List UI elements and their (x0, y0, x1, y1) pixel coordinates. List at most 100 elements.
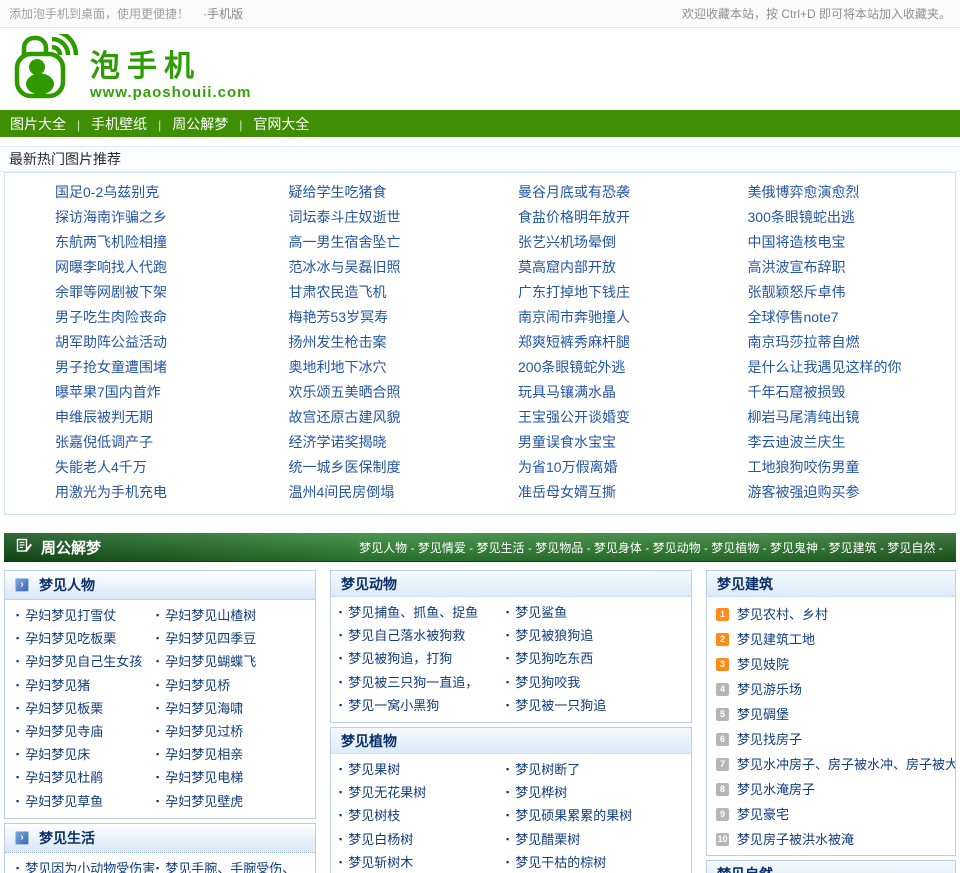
hot-link[interactable]: 梅艳芳53岁冥寿 (289, 305, 481, 330)
hot-link[interactable]: 美俄博弈愈演愈烈 (748, 180, 956, 205)
hot-link[interactable]: 男子吃生肉险丧命 (55, 305, 243, 330)
dream-link[interactable]: 孕妇梦见桥 (165, 678, 230, 693)
hot-link[interactable]: 300条眼镜蛇出逃 (748, 205, 956, 230)
dream-link[interactable]: 梦见豪宅 (737, 802, 789, 827)
hot-link[interactable]: 词坛泰斗庄奴逝世 (289, 205, 481, 230)
hot-link[interactable]: 食盐价格明年放开 (518, 205, 718, 230)
dream-link[interactable]: 梦见农村、乡村 (737, 602, 828, 627)
hot-link[interactable]: 为省10万假离婚 (518, 455, 718, 480)
dream-category-link[interactable]: 梦见植物 (711, 539, 770, 556)
hot-link[interactable]: 温州4间民房倒塌 (289, 480, 481, 505)
hot-link[interactable]: 申维辰被判无期 (55, 405, 243, 430)
hot-link[interactable]: 张嘉倪低调产子 (55, 430, 243, 455)
dream-link[interactable]: 梦见狗吃东西 (515, 651, 593, 666)
hot-link[interactable]: 张艺兴机场晕倒 (518, 230, 718, 255)
hot-link[interactable]: 工地狼狗咬伤男童 (748, 455, 956, 480)
hot-link[interactable]: 胡军助阵公益活动 (55, 330, 243, 355)
hot-link[interactable]: 中国将造核电宝 (748, 230, 956, 255)
dream-link[interactable]: 梦见斩树木 (348, 855, 413, 870)
hot-link[interactable]: 莫高窟内部开放 (518, 255, 718, 280)
dream-category-link[interactable]: 梦见动物 (653, 539, 712, 556)
dream-link[interactable]: 孕妇梦见打雪仗 (25, 608, 116, 623)
hot-link[interactable]: 千年石窟被损毁 (748, 380, 956, 405)
dream-link[interactable]: 孕妇梦见海啸 (165, 701, 243, 716)
dream-link[interactable]: 孕妇梦见四季豆 (165, 631, 256, 646)
dream-link[interactable]: 梦见果树 (348, 762, 400, 777)
hot-link[interactable]: 玩具马镶满水晶 (518, 380, 718, 405)
hot-link[interactable]: 高洪波宣布辞职 (748, 255, 956, 280)
dream-link[interactable]: 梦见被三只狗一直追， (348, 675, 478, 690)
hot-link[interactable]: 探访海南诈骗之乡 (55, 205, 243, 230)
dream-category-link[interactable]: 梦见自然 (887, 539, 946, 556)
dream-link[interactable]: 孕妇梦见草鱼 (25, 794, 103, 809)
hot-link[interactable]: 男童误食水宝宝 (518, 430, 718, 455)
hot-link[interactable]: 张靓颖怒斥卓伟 (748, 280, 956, 305)
dream-link[interactable]: 孕妇梦见电梯 (165, 770, 243, 785)
dream-link[interactable]: 梦见因为小动物受伤害 (25, 861, 155, 873)
hot-link[interactable]: 李云迪波兰庆生 (748, 430, 956, 455)
dream-link[interactable]: 梦见无花果树 (348, 785, 426, 800)
dream-link[interactable]: 孕妇梦见吃板栗 (25, 631, 116, 646)
hot-link[interactable]: 200条眼镜蛇外逃 (518, 355, 718, 380)
hot-link[interactable]: 东航两飞机险相撞 (55, 230, 243, 255)
hot-link[interactable]: 范冰冰与吴磊旧照 (289, 255, 481, 280)
hot-link[interactable]: 余罪等网剧被下架 (55, 280, 243, 305)
dream-link[interactable]: 梦见游乐场 (737, 677, 802, 702)
hot-link[interactable]: 南京玛莎拉蒂自燃 (748, 330, 956, 355)
main-nav-link[interactable]: 图片大全 (10, 116, 66, 132)
dream-link[interactable]: 梦见被狼狗追 (515, 628, 593, 643)
dream-category-link[interactable]: 梦见生活 (477, 539, 536, 556)
dream-link[interactable]: 孕妇梦见板栗 (25, 701, 103, 716)
dream-link[interactable]: 梦见碉堡 (737, 702, 789, 727)
hot-link[interactable]: 柳岩马尾清纯出镜 (748, 405, 956, 430)
dream-link[interactable]: 孕妇梦见床 (25, 747, 90, 762)
hot-link[interactable]: 全球停售note7 (748, 305, 956, 330)
dream-link[interactable]: 梦见妓院 (737, 652, 789, 677)
dream-link[interactable]: 梦见水冲房子、房子被水冲、房子被大水 (737, 752, 955, 777)
main-nav-link[interactable]: 手机壁纸 (91, 116, 147, 132)
dream-link[interactable]: 梦见白杨树 (348, 832, 413, 847)
dream-link[interactable]: 梦见建筑工地 (737, 627, 815, 652)
hot-link[interactable]: 欢乐颂五美晒合照 (289, 380, 481, 405)
dream-link[interactable]: 梦见干枯的棕树 (515, 855, 606, 870)
hot-link[interactable]: 郑爽短裤秀麻杆腿 (518, 330, 718, 355)
dream-link[interactable]: 梦见鲨鱼 (515, 605, 567, 620)
hot-link[interactable]: 游客被强迫购买参 (748, 480, 956, 505)
dream-link[interactable]: 孕妇梦见山楂树 (165, 608, 256, 623)
dream-link[interactable]: 梦见醋栗树 (515, 832, 580, 847)
main-nav-link[interactable]: 官网大全 (253, 116, 309, 132)
dream-category-link[interactable]: 梦见人物 (359, 539, 418, 556)
dream-link[interactable]: 梦见找房子 (737, 727, 802, 752)
site-logo[interactable]: 泡手机 www.paoshouii.com (12, 33, 251, 105)
hot-link[interactable]: 准岳母女婿互撕 (518, 480, 718, 505)
dream-link[interactable]: 孕妇梦见猪 (25, 678, 90, 693)
hot-link[interactable]: 经济学诺奖揭晓 (289, 430, 481, 455)
dream-link[interactable]: 梦见桦树 (515, 785, 567, 800)
hot-link[interactable]: 甘肃农民造飞机 (289, 280, 481, 305)
dream-link[interactable]: 梦见树断了 (515, 762, 580, 777)
hot-link[interactable]: 故宫还原古建风貌 (289, 405, 481, 430)
hot-link[interactable]: 统一城乡医保制度 (289, 455, 481, 480)
dream-link[interactable]: 梦见水淹房子 (737, 777, 815, 802)
hot-link[interactable]: 扬州发生枪击案 (289, 330, 481, 355)
dream-link[interactable]: 梦见自己落水被狗救 (348, 628, 465, 643)
dream-link[interactable]: 梦见树枝 (348, 808, 400, 823)
hot-link[interactable]: 国足0-2乌兹别克 (55, 180, 243, 205)
dream-category-link[interactable]: 梦见鬼神 (770, 539, 829, 556)
dream-category-link[interactable]: 梦见建筑 (829, 539, 888, 556)
dream-link[interactable]: 孕妇梦见自己生女孩 (25, 654, 142, 669)
dream-link[interactable]: 梦见狗咬我 (515, 675, 580, 690)
dream-category-link[interactable]: 梦见情爱 (418, 539, 477, 556)
hot-link[interactable]: 失能老人4千万 (55, 455, 243, 480)
dream-link[interactable]: 孕妇梦见寺庙 (25, 724, 103, 739)
hot-link[interactable]: 奥地利地下冰穴 (289, 355, 481, 380)
dream-link[interactable]: 孕妇梦见过桥 (165, 724, 243, 739)
dream-link[interactable]: 孕妇梦见相亲 (165, 747, 243, 762)
hot-link[interactable]: 高一男生宿舍坠亡 (289, 230, 481, 255)
dream-link[interactable]: 梦见被狗追，打狗 (348, 651, 452, 666)
hot-link[interactable]: 男子抢女童遭围堵 (55, 355, 243, 380)
hot-link[interactable]: 王宝强公开谈婚变 (518, 405, 718, 430)
hot-link[interactable]: 用激光为手机充电 (55, 480, 243, 505)
dream-link[interactable]: 梦见被一只狗追 (515, 698, 606, 713)
dream-link[interactable]: 孕妇梦见蝴蝶飞 (165, 654, 256, 669)
